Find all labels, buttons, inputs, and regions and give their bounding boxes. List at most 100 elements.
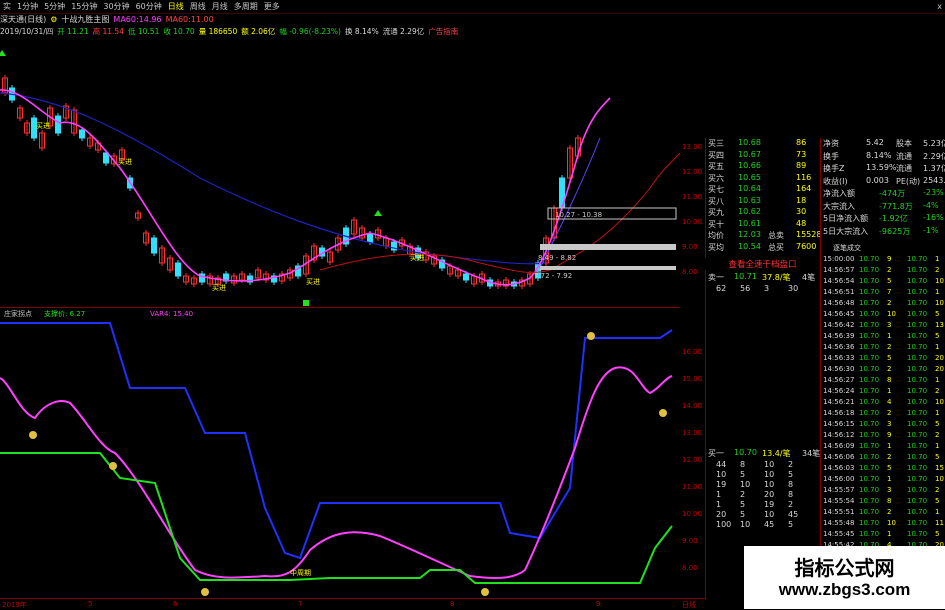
queue-cell: 10: [740, 480, 751, 489]
queue-cell: 20: [764, 490, 775, 499]
order-volume: 164: [796, 184, 812, 193]
trade-cell: 3: [887, 420, 892, 428]
price-axis: 13.00 12.00 11.00 10.00 9.00 8.00 16.00 15.00 14…: [680, 38, 705, 598]
order-price: 10.65: [738, 172, 761, 182]
trade-cell: 10: [935, 277, 944, 285]
trade-row: 14:56:27 10.70 8 10.70 1: [821, 376, 945, 387]
trade-cell: 10.70: [859, 277, 880, 285]
period-tab-9[interactable]: 多周期: [231, 1, 261, 12]
trade-cell: 10.70: [859, 508, 880, 516]
trade-cell: 5: [887, 354, 892, 362]
queue-cell: 8: [740, 460, 746, 469]
trade-cell: 10.70: [907, 409, 928, 417]
ad-link[interactable]: 广告指南: [428, 26, 458, 37]
trade-cell: 10.70: [859, 442, 880, 450]
trade-cell: 10.70: [859, 255, 880, 263]
full-depth-link[interactable]: 查看全速千档盘口: [705, 258, 820, 270]
period-tab-2[interactable]: 5分钟: [41, 1, 68, 12]
trade-cell: 14:56:36: [823, 343, 855, 351]
main-kline-chart[interactable]: 10.27 - 10.38 8.49 - 8.82 7.72 - 7.92 买进…: [0, 38, 680, 308]
trade-row: 14:56:36 10.70 2 10.70 1: [821, 343, 945, 354]
trade-cell: 5: [935, 497, 940, 505]
trade-cell: 14:56:51: [823, 288, 855, 296]
quote-date: 2019/10/31/四: [0, 27, 54, 36]
trade-cell: 10.70: [907, 475, 928, 483]
trade-cell: 2: [887, 266, 892, 274]
queue-cell: 45: [764, 520, 775, 529]
signal-dot-icon: [481, 588, 489, 596]
trade-cell: 14:56:24: [823, 387, 855, 395]
period-tab-5[interactable]: 60分钟: [133, 1, 165, 12]
price-tick-main: 9.00: [682, 243, 698, 251]
trade-row: 14:56:33 10.70 5 10.70 20: [821, 354, 945, 365]
indicator-name[interactable]: 十战九胜主图: [61, 14, 109, 25]
trade-cell: 10.70: [907, 343, 928, 351]
trade-cell: 10.70: [859, 409, 880, 417]
sell-queue-row: 62 56 3 30: [706, 284, 821, 296]
period-tab-8[interactable]: 月线: [209, 1, 231, 12]
trade-cell: 1: [935, 508, 940, 516]
stats-row: 5日大宗流入 -9625万 -1%: [821, 226, 945, 238]
signal-dot-icon: [587, 332, 595, 340]
period-tab-7[interactable]: 周线: [187, 1, 209, 12]
buy-label-1: 买进: [36, 122, 50, 130]
trade-cell: 10.70: [859, 299, 880, 307]
period-tab-6[interactable]: 日线: [165, 1, 187, 12]
order-volume: 89: [796, 161, 807, 170]
signal-marker: [303, 300, 309, 306]
up-arrow-icon: [374, 210, 382, 216]
trade-row: 14:55:54 10.70 8 10.70 5: [821, 497, 945, 508]
order-price: 10.54: [738, 241, 761, 251]
stock-stats-panel: 净资 5.42 股本 5.23亿 换手 8.14% 流通 2.29亿 换手Z 13.59% 流通 1.…: [820, 138, 945, 243]
price-tick-main: 11.00: [682, 193, 703, 201]
order-price: 10.64: [738, 184, 761, 193]
stats-value: -1.92亿: [879, 214, 908, 223]
queue-cell: 56: [740, 284, 751, 293]
buy-level-cell: 34笔: [802, 449, 821, 458]
queue-cell: 1: [716, 500, 722, 509]
trade-row: 14:55:48 10.70 10 10.70 11: [821, 519, 945, 530]
indicator-chart[interactable]: 庄家拐点 支撑价: 6.27 VAR4: 15.40 中周期: [0, 308, 680, 600]
buy-label-3: 买进: [212, 284, 226, 292]
order-volume: 73: [796, 149, 807, 159]
trade-cell: 8: [887, 497, 892, 505]
trade-cell: 15: [935, 464, 944, 472]
trade-row: 15:00:00 10.70 9 10.70 1: [821, 255, 945, 266]
trade-cell: 11: [935, 519, 944, 527]
trade-cell: 10.70: [907, 310, 928, 318]
trade-cell: 10.70: [859, 497, 880, 505]
stats-value: 0.003: [866, 175, 889, 185]
signal-dot-icon: [201, 588, 209, 596]
trade-cell: 14:56:09: [823, 442, 855, 450]
queue-cell: 19: [716, 480, 727, 489]
stats-row: 净资 5.42 股本 5.23亿: [821, 138, 945, 150]
trade-cell: 14:55:51: [823, 508, 855, 516]
period-tab-1[interactable]: 1分钟: [14, 1, 41, 12]
buy-queue-row: 100 10 45 5: [706, 520, 821, 532]
period-tab-0[interactable]: 实: [0, 1, 14, 12]
period-tab-4[interactable]: 30分钟: [100, 1, 132, 12]
order-price: 10.62: [738, 207, 761, 216]
period-tab-3[interactable]: 15分钟: [68, 1, 100, 12]
trade-cell: 14:56:42: [823, 321, 855, 329]
trades-header: 逐笔成交: [821, 243, 945, 254]
order-volume: 48: [796, 218, 807, 228]
trade-cell: 2: [935, 486, 940, 494]
queue-cell: 19: [764, 500, 775, 509]
order-price: 10.61: [738, 218, 761, 228]
trade-row: 14:56:54 10.70 5 10.70 10: [821, 277, 945, 288]
trade-cell: 1: [935, 409, 940, 417]
stats-value-2: -23%: [923, 188, 944, 197]
period-tab-10[interactable]: 更多: [261, 1, 283, 12]
settings-icon[interactable]: ⚙: [50, 15, 57, 24]
trade-cell: 1: [887, 387, 892, 395]
site-watermark: 指标公式网 www.zbgs3.com: [744, 546, 945, 609]
stats-key: 5日净流入额: [823, 214, 869, 223]
trade-row: 14:56:39 10.70 1 10.70 5: [821, 332, 945, 343]
stats-row: 收益(I) 0.003 PE(动)2543.8: [821, 176, 945, 188]
stock-title[interactable]: 深天通(日线): [0, 14, 46, 25]
trade-cell: 5: [935, 453, 940, 461]
order-book: 买三 10.68 86 买四 10.67 73 买五 10.66 89 买六 10.65 116 买七 1…: [705, 138, 821, 258]
close-icon[interactable]: x: [934, 2, 945, 11]
stats-value: -9625万: [879, 226, 911, 236]
